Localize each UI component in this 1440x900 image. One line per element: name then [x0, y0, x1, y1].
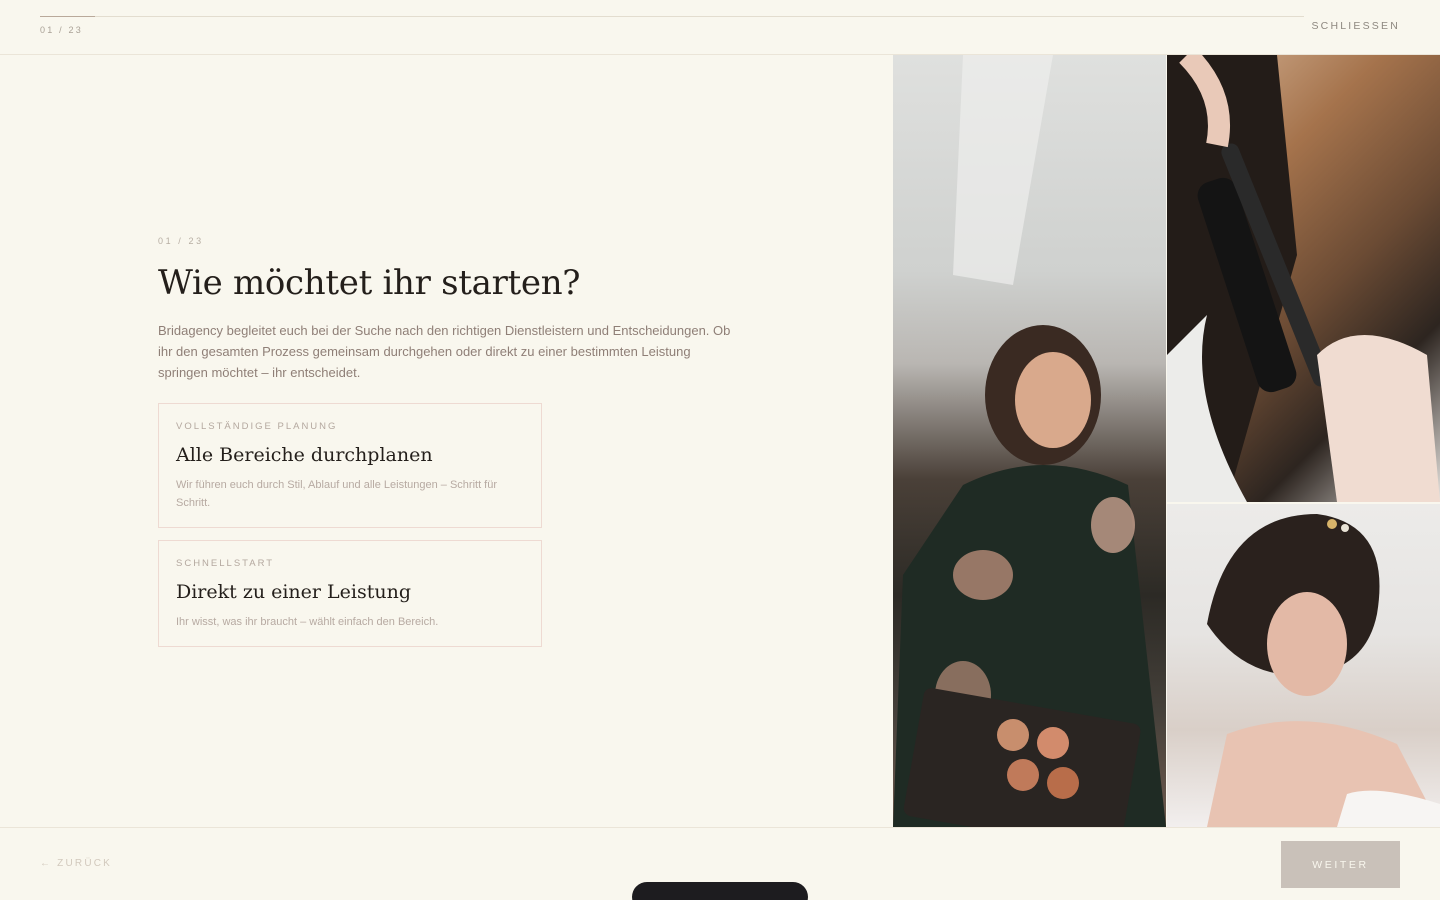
option-card-quickstart[interactable]: Schnellstart Direkt zu einer Leistung Ih…	[158, 540, 542, 647]
hair-styling-photo	[1167, 55, 1440, 502]
bottom-bar: ← ZURÜCK WEITER	[0, 827, 1440, 900]
option-eyebrow: Schnellstart	[176, 558, 275, 569]
option-description: Wir führen euch durch Stil, Ablauf und a…	[176, 479, 498, 509]
next-button[interactable]: WEITER	[1281, 841, 1400, 888]
progress-bar	[40, 16, 1304, 17]
option-eyebrow: Vollständige Planung	[176, 421, 338, 432]
option-card-full-planning[interactable]: Vollständige Planung Alle Bereiche durch…	[158, 403, 542, 528]
step-label: 01 / 23	[158, 236, 204, 246]
bride-makeup-photo	[893, 55, 1166, 827]
intro-text: Bridagency begleitet euch bei der Suche …	[158, 323, 731, 380]
option-title: Alle Bereiche durchplanen	[176, 444, 433, 466]
back-button[interactable]: ← ZURÜCK	[40, 858, 112, 869]
step-counter: 01 / 23	[40, 25, 83, 35]
top-bar: 01 / 23 SCHLIESSEN	[0, 0, 1440, 55]
page-title: Wie möchtet ihr starten?	[158, 263, 581, 303]
progress-bar-fill	[40, 16, 95, 17]
step-content: 01 / 23 Wie möchtet ihr starten? Bridage…	[158, 236, 758, 647]
bride-portrait-photo	[1167, 504, 1440, 827]
close-button[interactable]: SCHLIESSEN	[1311, 20, 1400, 32]
option-description: Ihr wisst, was ihr braucht – wählt einfa…	[176, 616, 439, 628]
option-title: Direkt zu einer Leistung	[176, 581, 411, 603]
browser-dock	[632, 882, 808, 900]
